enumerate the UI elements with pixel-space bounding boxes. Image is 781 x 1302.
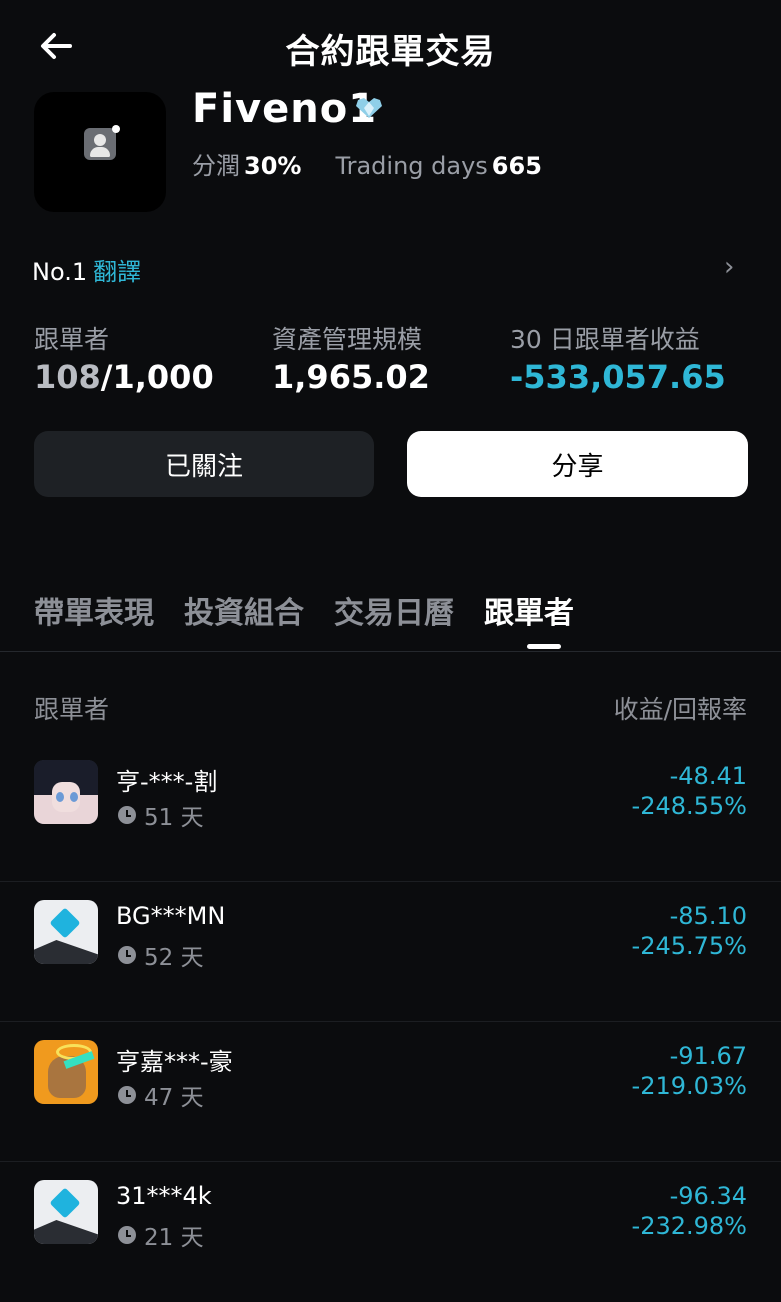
followers-label: 跟單者 [34,325,110,354]
clock-icon [118,806,136,824]
tab-performance[interactable]: 帶單表現 [34,588,154,632]
follower-avatar [34,1180,98,1244]
follower-name: 31***4k [116,1182,212,1210]
page-title: 合約跟單交易 [285,32,496,72]
follower-return-rate: -248.55% [631,792,747,820]
follower-return-rate: -219.03% [631,1072,747,1100]
trader-avatar[interactable] [34,92,166,212]
clock-icon [118,946,136,964]
list-item[interactable]: 亨嘉***-豪 47 天 -91.67 -219.03% [0,1022,781,1162]
rank-label: No.1 [32,258,88,286]
tab-bar: 帶單表現 投資組合 交易日曆 跟單者 [34,588,604,632]
followers-value: 108/1,000 [34,358,214,396]
follower-return-rate: -245.75% [631,932,747,960]
follower-name: 亨嘉***-豪 [116,1048,233,1076]
follow-duration: 21 天 [118,1218,204,1252]
follower-avatar [34,900,98,964]
tab-portfolio[interactable]: 投資組合 [184,588,304,632]
translate-link[interactable]: 翻譯 [93,258,141,286]
follower-avatar [34,1040,98,1104]
column-follower: 跟單者 [34,695,110,724]
list-item[interactable]: 亨-***-割 51 天 -48.41 -248.55% [0,742,781,882]
pnl-value: -533,057.65 [510,358,726,396]
clock-icon [118,1226,136,1244]
follower-name: BG***MN [116,902,226,930]
follower-name: 亨-***-割 [116,768,218,796]
following-button[interactable]: 已關注 [34,431,374,497]
follower-profit: -91.67 [669,1042,747,1070]
status-dot [112,125,120,133]
follower-profit: -48.41 [669,762,747,790]
tab-followers[interactable]: 跟單者 [484,588,574,632]
list-item[interactable]: 31***4k 21 天 -96.34 -232.98% [0,1162,781,1302]
tab-calendar[interactable]: 交易日曆 [334,588,454,632]
follower-return-rate: -232.98% [631,1212,747,1240]
trader-name: Fiveno1 [192,86,378,132]
followers-max: /1,000 [100,358,214,396]
clock-icon [118,1086,136,1104]
follow-duration: 47 天 [118,1078,204,1112]
default-avatar-icon [84,128,116,160]
rank-line: No.1 翻譯 [32,252,141,287]
follow-duration: 52 天 [118,938,204,972]
trading-days-label: Trading days [335,152,488,180]
profit-share-label: 分潤 [192,152,240,180]
follower-profit: -85.10 [669,902,747,930]
followers-current: 108 [34,358,101,396]
follow-duration: 51 天 [118,798,204,832]
active-tab-indicator [527,644,561,649]
pnl-label: 30 日跟單者收益 [510,325,700,354]
chevron-right-icon[interactable]: › [724,252,734,282]
tab-divider [0,651,781,652]
diamond-badge-icon [356,98,382,118]
aum-value: 1,965.02 [272,358,430,396]
aum-label: 資產管理規模 [272,325,423,354]
share-button[interactable]: 分享 [407,431,748,497]
list-item[interactable]: BG***MN 52 天 -85.10 -245.75% [0,882,781,1022]
column-return: 收益/回報率 [613,695,747,724]
trader-meta: 分潤 30% Trading days 665 [192,146,542,181]
trading-days-value: 665 [491,152,542,180]
follower-profit: -96.34 [669,1182,747,1210]
follower-avatar [34,760,98,824]
profit-share-value: 30% [244,152,302,180]
